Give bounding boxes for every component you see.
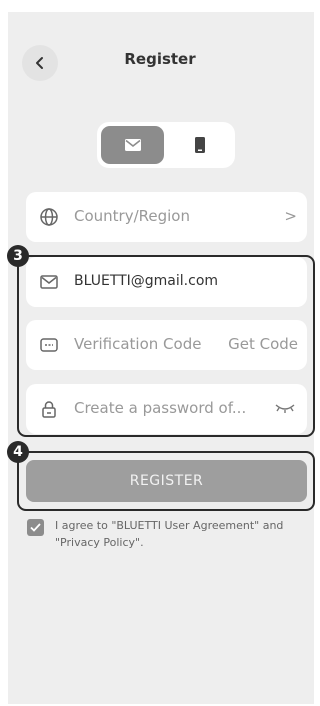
email-tab[interactable] (101, 126, 164, 164)
country-region-selector[interactable]: Country/Region > (26, 192, 307, 242)
globe-icon (40, 208, 58, 226)
envelope-icon (124, 139, 141, 151)
button-annotation-badge: 4 (7, 441, 29, 463)
register-button[interactable]: REGISTER (26, 460, 307, 502)
checkmark-icon (30, 523, 41, 532)
phone-icon (194, 137, 205, 153)
agreement-checkbox[interactable] (27, 519, 44, 536)
phone-tab[interactable] (168, 126, 231, 164)
fields-annotation-box (17, 255, 315, 437)
country-region-placeholder: Country/Region (74, 207, 190, 225)
page-title: Register (124, 50, 196, 68)
chevron-right-icon: > (284, 207, 297, 225)
fields-annotation-badge: 3 (7, 245, 29, 267)
register-method-toggle (97, 122, 235, 168)
agreement-text: I agree to "BLUETTI User Agreement" and … (55, 519, 284, 549)
